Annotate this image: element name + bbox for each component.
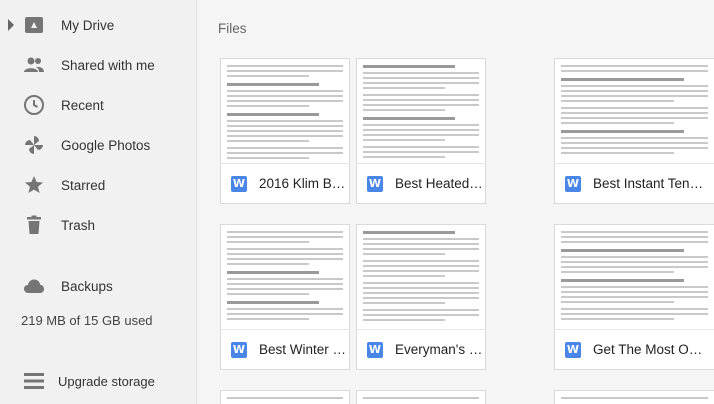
file-card-footer: W 2016 Klim Badla… <box>221 163 349 203</box>
storage-usage-text: 219 MB of 15 GB used <box>21 313 153 328</box>
upgrade-storage-label: Upgrade storage <box>58 374 155 389</box>
sidebar-item-label: Trash <box>61 217 96 233</box>
sidebar-item-label: Starred <box>61 177 106 193</box>
file-card[interactable]: W Best Winter Mot… <box>220 224 350 370</box>
file-card-partial[interactable] <box>554 390 714 404</box>
file-card-partial[interactable] <box>356 390 486 404</box>
sidebar-item-trash[interactable]: Trash <box>0 205 197 245</box>
star-icon <box>25 176 43 193</box>
file-name: 2016 Klim Badla… <box>259 176 349 191</box>
expand-caret-icon[interactable] <box>8 19 14 31</box>
sidebar: My Drive Shared with me Recent Google Ph… <box>0 0 197 404</box>
file-name: Everyman's Guid… <box>395 342 485 357</box>
sidebar-item-label: Backups <box>61 278 113 294</box>
sidebar-item-backups[interactable]: Backups <box>0 266 197 306</box>
file-card-footer: W Best Winter Mot… <box>221 329 349 369</box>
file-card[interactable]: W Everyman's Guid… <box>356 224 486 370</box>
file-thumbnail <box>555 225 714 329</box>
sidebar-item-shared-with-me[interactable]: Shared with me <box>0 45 197 85</box>
sidebar-item-label: Shared with me <box>61 57 155 73</box>
file-card[interactable]: W 2016 Klim Badla… <box>220 58 350 204</box>
file-card-partial[interactable] <box>220 390 350 404</box>
file-thumbnail <box>221 225 349 329</box>
sidebar-item-label: Recent <box>61 97 104 113</box>
file-area: Files W 2016 Klim Badla… W Best Heated M… <box>197 0 714 404</box>
file-thumbnail <box>357 59 485 163</box>
word-doc-icon: W <box>231 175 247 192</box>
file-card[interactable]: W Best Heated Mo… <box>356 58 486 204</box>
file-thumbnail <box>357 225 485 329</box>
sidebar-item-label: Google Photos <box>61 137 151 153</box>
file-thumbnail <box>227 397 343 399</box>
file-name: Best Winter Mot… <box>259 342 349 357</box>
file-thumbnail <box>555 59 714 163</box>
file-card[interactable]: W Best Instant Ten… <box>554 58 714 204</box>
pinwheel-icon <box>25 136 43 154</box>
cloud-icon <box>24 279 44 293</box>
drive-icon <box>25 17 43 33</box>
file-name: Best Heated Mo… <box>395 176 485 191</box>
people-icon <box>24 57 44 72</box>
file-thumbnail <box>221 59 349 163</box>
file-thumbnail <box>561 397 708 399</box>
file-card-footer: W Get The Most O… <box>555 329 714 369</box>
file-card[interactable]: W Get The Most O… <box>554 224 714 370</box>
word-doc-icon: W <box>367 175 383 192</box>
word-doc-icon: W <box>367 341 383 358</box>
sidebar-item-label: My Drive <box>61 17 115 33</box>
sidebar-item-my-drive[interactable]: My Drive <box>0 5 197 45</box>
upgrade-storage-button[interactable]: Upgrade storage <box>0 366 197 396</box>
file-name: Best Instant Ten… <box>593 176 704 191</box>
sidebar-item-recent[interactable]: Recent <box>0 85 197 125</box>
word-doc-icon: W <box>231 341 247 358</box>
clock-icon <box>24 95 44 115</box>
file-name: Get The Most O… <box>593 342 703 357</box>
file-card-footer: W Everyman's Guid… <box>357 329 485 369</box>
trash-icon <box>27 215 41 234</box>
section-title: Files <box>218 21 247 36</box>
file-card-footer: W Best Instant Ten… <box>555 163 714 203</box>
file-card-footer: W Best Heated Mo… <box>357 163 485 203</box>
storage-icon <box>24 373 44 389</box>
file-thumbnail <box>363 397 479 399</box>
sidebar-item-google-photos[interactable]: Google Photos <box>0 125 197 165</box>
word-doc-icon: W <box>565 175 581 192</box>
word-doc-icon: W <box>565 341 581 358</box>
sidebar-item-starred[interactable]: Starred <box>0 165 197 205</box>
